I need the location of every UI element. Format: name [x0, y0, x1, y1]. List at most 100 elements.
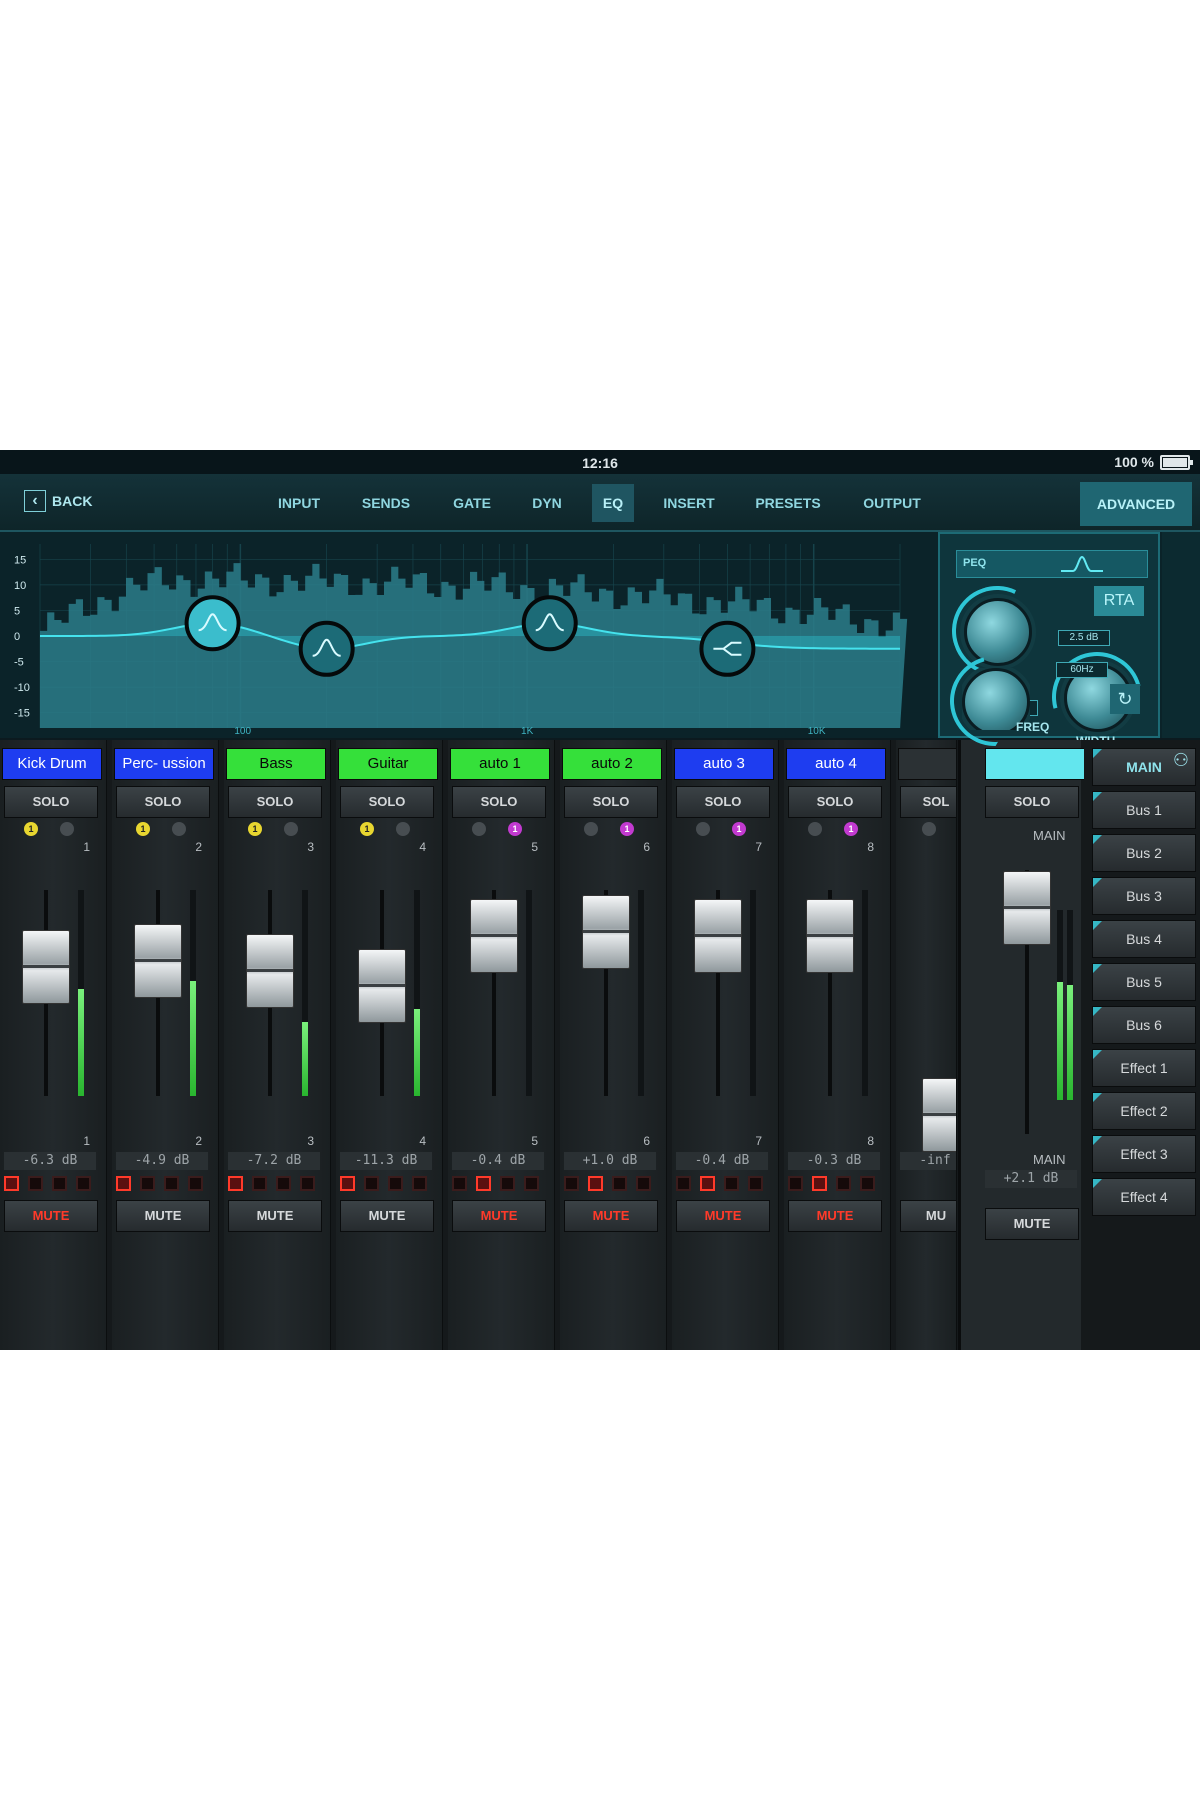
- mute-button[interactable]: MUTE: [452, 1200, 546, 1232]
- tab-insert[interactable]: INSERT: [656, 484, 722, 522]
- bus-button-bus-1[interactable]: Bus 1: [1092, 791, 1196, 829]
- route-indicator[interactable]: [524, 1176, 539, 1191]
- main-fader-knob[interactable]: [1003, 871, 1051, 945]
- eq-band-handle-2[interactable]: [298, 620, 355, 677]
- fader-knob[interactable]: [582, 895, 630, 969]
- solo-button[interactable]: SOLO: [340, 786, 434, 818]
- channel-name-partial[interactable]: [898, 748, 956, 780]
- route-indicator[interactable]: [812, 1176, 827, 1191]
- tab-sends[interactable]: SENDS: [356, 484, 416, 522]
- solo-button[interactable]: SOLO: [564, 786, 658, 818]
- route-indicator[interactable]: [700, 1176, 715, 1191]
- fader-knob[interactable]: [694, 899, 742, 973]
- tab-dyn[interactable]: DYN: [524, 484, 570, 522]
- eq-band-handle-4[interactable]: [699, 620, 756, 677]
- solo-button[interactable]: SOLO: [676, 786, 770, 818]
- solo-button[interactable]: SOLO: [4, 786, 98, 818]
- route-indicator[interactable]: [612, 1176, 627, 1191]
- fader-knob[interactable]: [134, 924, 182, 998]
- main-mute-button[interactable]: MUTE: [985, 1208, 1079, 1240]
- channel-name[interactable]: Kick Drum: [2, 748, 102, 780]
- solo-button[interactable]: SOLO: [788, 786, 882, 818]
- eq-band-handle-3[interactable]: [521, 595, 578, 652]
- channel-name[interactable]: Guitar: [338, 748, 438, 780]
- route-indicator[interactable]: [588, 1176, 603, 1191]
- mute-button[interactable]: MUTE: [228, 1200, 322, 1232]
- channel-name[interactable]: auto 4: [786, 748, 886, 780]
- bus-button-effect-3[interactable]: Effect 3: [1092, 1135, 1196, 1173]
- fader-knob[interactable]: [22, 930, 70, 1004]
- tab-presets[interactable]: PRESETS: [750, 484, 826, 522]
- route-indicator[interactable]: [748, 1176, 763, 1191]
- bus-button-bus-2[interactable]: Bus 2: [1092, 834, 1196, 872]
- route-indicator[interactable]: [52, 1176, 67, 1191]
- route-indicator[interactable]: [724, 1176, 739, 1191]
- channel-name[interactable]: auto 2: [562, 748, 662, 780]
- bus-button-bus-6[interactable]: Bus 6: [1092, 1006, 1196, 1044]
- solo-button[interactable]: SOLO: [116, 786, 210, 818]
- tab-gate[interactable]: GATE: [446, 484, 498, 522]
- route-indicator[interactable]: [300, 1176, 315, 1191]
- tab-output[interactable]: OUTPUT: [856, 484, 928, 522]
- route-indicator[interactable]: [140, 1176, 155, 1191]
- mute-button[interactable]: MUTE: [116, 1200, 210, 1232]
- route-indicator[interactable]: [228, 1176, 243, 1191]
- solo-button-partial[interactable]: SOL: [900, 786, 956, 818]
- route-indicator[interactable]: [636, 1176, 651, 1191]
- route-indicator[interactable]: [164, 1176, 179, 1191]
- gain-knob[interactable]: [964, 598, 1032, 666]
- route-indicator[interactable]: [116, 1176, 131, 1191]
- width-knob[interactable]: [1064, 664, 1132, 732]
- route-indicator[interactable]: [276, 1176, 291, 1191]
- rta-button[interactable]: RTA: [1094, 586, 1144, 616]
- route-indicator[interactable]: [412, 1176, 427, 1191]
- fader-knob-partial[interactable]: [922, 1078, 956, 1152]
- route-indicator[interactable]: [28, 1176, 43, 1191]
- back-button[interactable]: ‹ BACK: [24, 490, 92, 512]
- route-indicator[interactable]: [836, 1176, 851, 1191]
- route-indicator[interactable]: [788, 1176, 803, 1191]
- tab-eq[interactable]: EQ: [592, 484, 634, 522]
- tab-input[interactable]: INPUT: [270, 484, 328, 522]
- route-indicator[interactable]: [676, 1176, 691, 1191]
- route-indicator[interactable]: [564, 1176, 579, 1191]
- channel-name[interactable]: Bass: [226, 748, 326, 780]
- eq-band-handle-1[interactable]: [184, 595, 241, 652]
- fader-knob[interactable]: [246, 934, 294, 1008]
- fader-knob[interactable]: [806, 899, 854, 973]
- route-indicator[interactable]: [388, 1176, 403, 1191]
- route-indicator[interactable]: [340, 1176, 355, 1191]
- route-indicator[interactable]: [76, 1176, 91, 1191]
- bus-button-effect-1[interactable]: Effect 1: [1092, 1049, 1196, 1087]
- route-indicator[interactable]: [4, 1176, 19, 1191]
- route-indicator[interactable]: [500, 1176, 515, 1191]
- bus-button-bus-3[interactable]: Bus 3: [1092, 877, 1196, 915]
- channel-name[interactable]: auto 1: [450, 748, 550, 780]
- solo-button[interactable]: SOLO: [452, 786, 546, 818]
- bus-button-effect-2[interactable]: Effect 2: [1092, 1092, 1196, 1130]
- channel-name[interactable]: auto 3: [674, 748, 774, 780]
- route-indicator[interactable]: [860, 1176, 875, 1191]
- mute-button[interactable]: MUTE: [4, 1200, 98, 1232]
- eq-graph[interactable]: 15 10 5 0 -5 -10 -15 100 1K 10K: [0, 532, 938, 738]
- filter-type-selector[interactable]: PEQ: [956, 550, 1148, 578]
- route-indicator[interactable]: [188, 1176, 203, 1191]
- solo-button[interactable]: SOLO: [228, 786, 322, 818]
- fader-knob[interactable]: [470, 899, 518, 973]
- bus-button-bus-5[interactable]: Bus 5: [1092, 963, 1196, 1001]
- advanced-button[interactable]: ADVANCED: [1080, 482, 1192, 526]
- route-indicator[interactable]: [452, 1176, 467, 1191]
- bus-button-bus-4[interactable]: Bus 4: [1092, 920, 1196, 958]
- route-indicator[interactable]: [476, 1176, 491, 1191]
- main-solo-button[interactable]: SOLO: [985, 786, 1079, 818]
- mute-button[interactable]: MUTE: [340, 1200, 434, 1232]
- bus-button-effect-4[interactable]: Effect 4: [1092, 1178, 1196, 1216]
- mute-button-partial[interactable]: MU: [900, 1200, 956, 1232]
- main-name-badge[interactable]: [985, 748, 1085, 780]
- channel-name[interactable]: Perc- ussion: [114, 748, 214, 780]
- route-indicator[interactable]: [252, 1176, 267, 1191]
- mute-button[interactable]: MUTE: [564, 1200, 658, 1232]
- fader-knob[interactable]: [358, 949, 406, 1023]
- mute-button[interactable]: MUTE: [788, 1200, 882, 1232]
- stereo-link-icon[interactable]: ⚇: [1166, 750, 1196, 780]
